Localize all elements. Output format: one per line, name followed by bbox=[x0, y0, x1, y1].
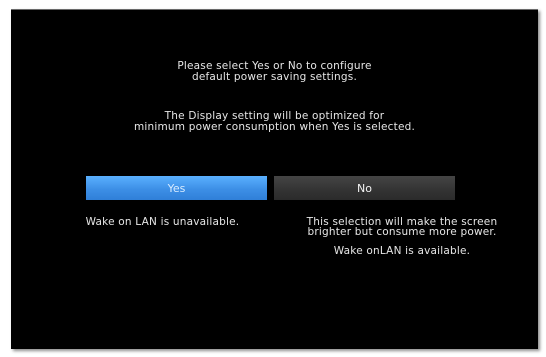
no-option-description: This selection will make the screen brig… bbox=[282, 217, 522, 257]
yes-note-text: Wake on LAN is unavailable. bbox=[85, 216, 240, 228]
no-note-line-2: brighter but consume more power. bbox=[307, 226, 497, 238]
yes-button-label: Yes bbox=[167, 181, 186, 195]
no-button[interactable]: No bbox=[274, 176, 455, 200]
info-line-2: minimum power consumption when Yes is se… bbox=[133, 121, 416, 133]
yes-button[interactable]: Yes bbox=[86, 176, 267, 200]
yes-option-description: Wake on LAN is unavailable. bbox=[65, 216, 260, 228]
power-saving-prompt: Please select Yes or No to configure def… bbox=[11, 61, 538, 83]
power-saving-setup-screen: Please select Yes or No to configure def… bbox=[11, 9, 538, 349]
no-note-wake-on-lan: Wake onLAN is available. bbox=[333, 245, 471, 257]
prompt-line-2: default power saving settings. bbox=[192, 71, 357, 83]
display-setting-info: The Display setting will be optimized fo… bbox=[11, 111, 538, 133]
no-button-label: No bbox=[357, 181, 372, 195]
